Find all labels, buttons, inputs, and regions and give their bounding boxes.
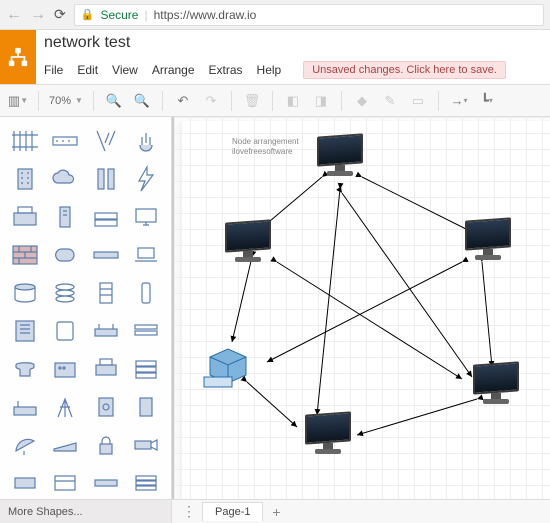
shape-ups[interactable] [127, 389, 165, 425]
redo-icon[interactable]: ↷ [199, 89, 223, 113]
shape-wireless[interactable] [87, 123, 125, 159]
url-text: https://www.draw.io [154, 8, 257, 22]
to-front-icon[interactable]: ◧ [281, 89, 305, 113]
node-monitor-top[interactable] [312, 135, 368, 181]
shape-scanner[interactable] [46, 427, 84, 463]
line-color-icon[interactable]: ✎ [378, 89, 402, 113]
shadow-icon[interactable]: ▭ [406, 89, 430, 113]
toolbar: ▥▼ 70%▼ 🔍 🔍 ↶ ↷ 🗑 ◧ ◨ ◆ ✎ ▭ →▾ ┗▾ [0, 85, 550, 117]
to-back-icon[interactable]: ◨ [309, 89, 333, 113]
app-logo[interactable] [0, 30, 36, 84]
node-server[interactable] [202, 347, 254, 391]
shape-cloud[interactable] [46, 161, 84, 197]
lock-icon: 🔒 [81, 8, 95, 21]
page-tab-1[interactable]: Page-1 [202, 502, 263, 521]
shape-stack[interactable] [46, 275, 84, 311]
undo-icon[interactable]: ↶ [171, 89, 195, 113]
connection-style-icon[interactable]: →▾ [447, 89, 471, 113]
secure-label: Secure [100, 8, 138, 22]
shape-device[interactable] [6, 465, 44, 499]
shape-hub[interactable] [46, 123, 84, 159]
browser-bar: ← → ⟳ 🔒 Secure | https://www.draw.io [0, 0, 550, 30]
shape-tablet[interactable] [46, 313, 84, 349]
zoom-level[interactable]: 70%▼ [47, 95, 85, 107]
forward-icon[interactable]: → [30, 6, 46, 24]
shape-rack-server[interactable] [127, 351, 165, 387]
shape-lightning[interactable] [127, 161, 165, 197]
shape-server-rack[interactable] [87, 275, 125, 311]
shape-storage[interactable] [46, 465, 84, 499]
node-monitor-right[interactable] [460, 219, 516, 265]
zoom-out-icon[interactable]: 🔍 [130, 89, 154, 113]
node-monitor-bottom[interactable] [300, 413, 356, 459]
menu-extras[interactable]: Extras [209, 63, 243, 77]
shape-stack2[interactable] [127, 465, 165, 499]
shape-monitor[interactable] [127, 199, 165, 235]
shape-blade[interactable] [127, 313, 165, 349]
reload-icon[interactable]: ⟳ [54, 6, 66, 23]
menu-arrange[interactable]: Arrange [152, 63, 195, 77]
shape-printer[interactable] [87, 351, 125, 387]
more-shapes-button[interactable]: More Shapes... [0, 500, 172, 523]
shape-building[interactable] [6, 161, 44, 197]
shape-firewall[interactable] [6, 237, 44, 273]
menu-help[interactable]: Help [257, 63, 282, 77]
shape-nas[interactable] [87, 389, 125, 425]
shape-modem[interactable] [6, 389, 44, 425]
shape-router[interactable] [87, 313, 125, 349]
shape-copier[interactable] [6, 199, 44, 235]
layout-toggle-button[interactable]: ▥▼ [6, 89, 30, 113]
shape-touch[interactable] [127, 123, 165, 159]
address-bar[interactable]: 🔒 Secure | https://www.draw.io [74, 4, 544, 26]
shape-gamepad[interactable] [46, 237, 84, 273]
shape-disks[interactable] [6, 275, 44, 311]
shape-camera[interactable] [127, 427, 165, 463]
canvas-note[interactable]: Node arrangement ilovefreesoftware [232, 137, 299, 156]
menu-file[interactable]: File [44, 63, 63, 77]
menu-edit[interactable]: Edit [77, 63, 98, 77]
waypoint-style-icon[interactable]: ┗▾ [475, 89, 499, 113]
shape-proxy[interactable] [87, 465, 125, 499]
node-monitor-bottom-right[interactable] [468, 363, 524, 409]
shape-phone[interactable] [6, 351, 44, 387]
shape-fax[interactable] [46, 351, 84, 387]
shape-mainframe[interactable] [6, 313, 44, 349]
back-icon[interactable]: ← [6, 6, 22, 24]
canvas[interactable]: Node arrangement ilovefreesoftware [172, 117, 550, 499]
menu-bar: File Edit View Arrange Extras Help Unsav… [36, 56, 550, 84]
shape-mobile[interactable] [127, 275, 165, 311]
shape-patch-panel[interactable] [6, 123, 44, 159]
delete-icon[interactable]: 🗑 [240, 89, 264, 113]
shape-rack[interactable] [87, 199, 125, 235]
document-title[interactable]: network test [44, 34, 130, 52]
page-menu-icon[interactable]: ⋮ [178, 503, 200, 520]
fill-color-icon[interactable]: ◆ [350, 89, 374, 113]
menu-view[interactable]: View [112, 63, 138, 77]
shape-satellite-dish[interactable] [6, 427, 44, 463]
unsaved-warning[interactable]: Unsaved changes. Click here to save. [303, 61, 506, 79]
shapes-sidebar[interactable] [0, 117, 172, 499]
shape-pc-tower[interactable] [46, 199, 84, 235]
shape-tower[interactable] [87, 161, 125, 197]
shape-switch[interactable] [87, 237, 125, 273]
add-page-icon[interactable]: + [265, 504, 287, 520]
shape-antenna[interactable] [46, 389, 84, 425]
shape-laptop[interactable] [127, 237, 165, 273]
node-monitor-left[interactable] [220, 221, 276, 267]
shape-lock[interactable] [87, 427, 125, 463]
zoom-in-icon[interactable]: 🔍 [102, 89, 126, 113]
